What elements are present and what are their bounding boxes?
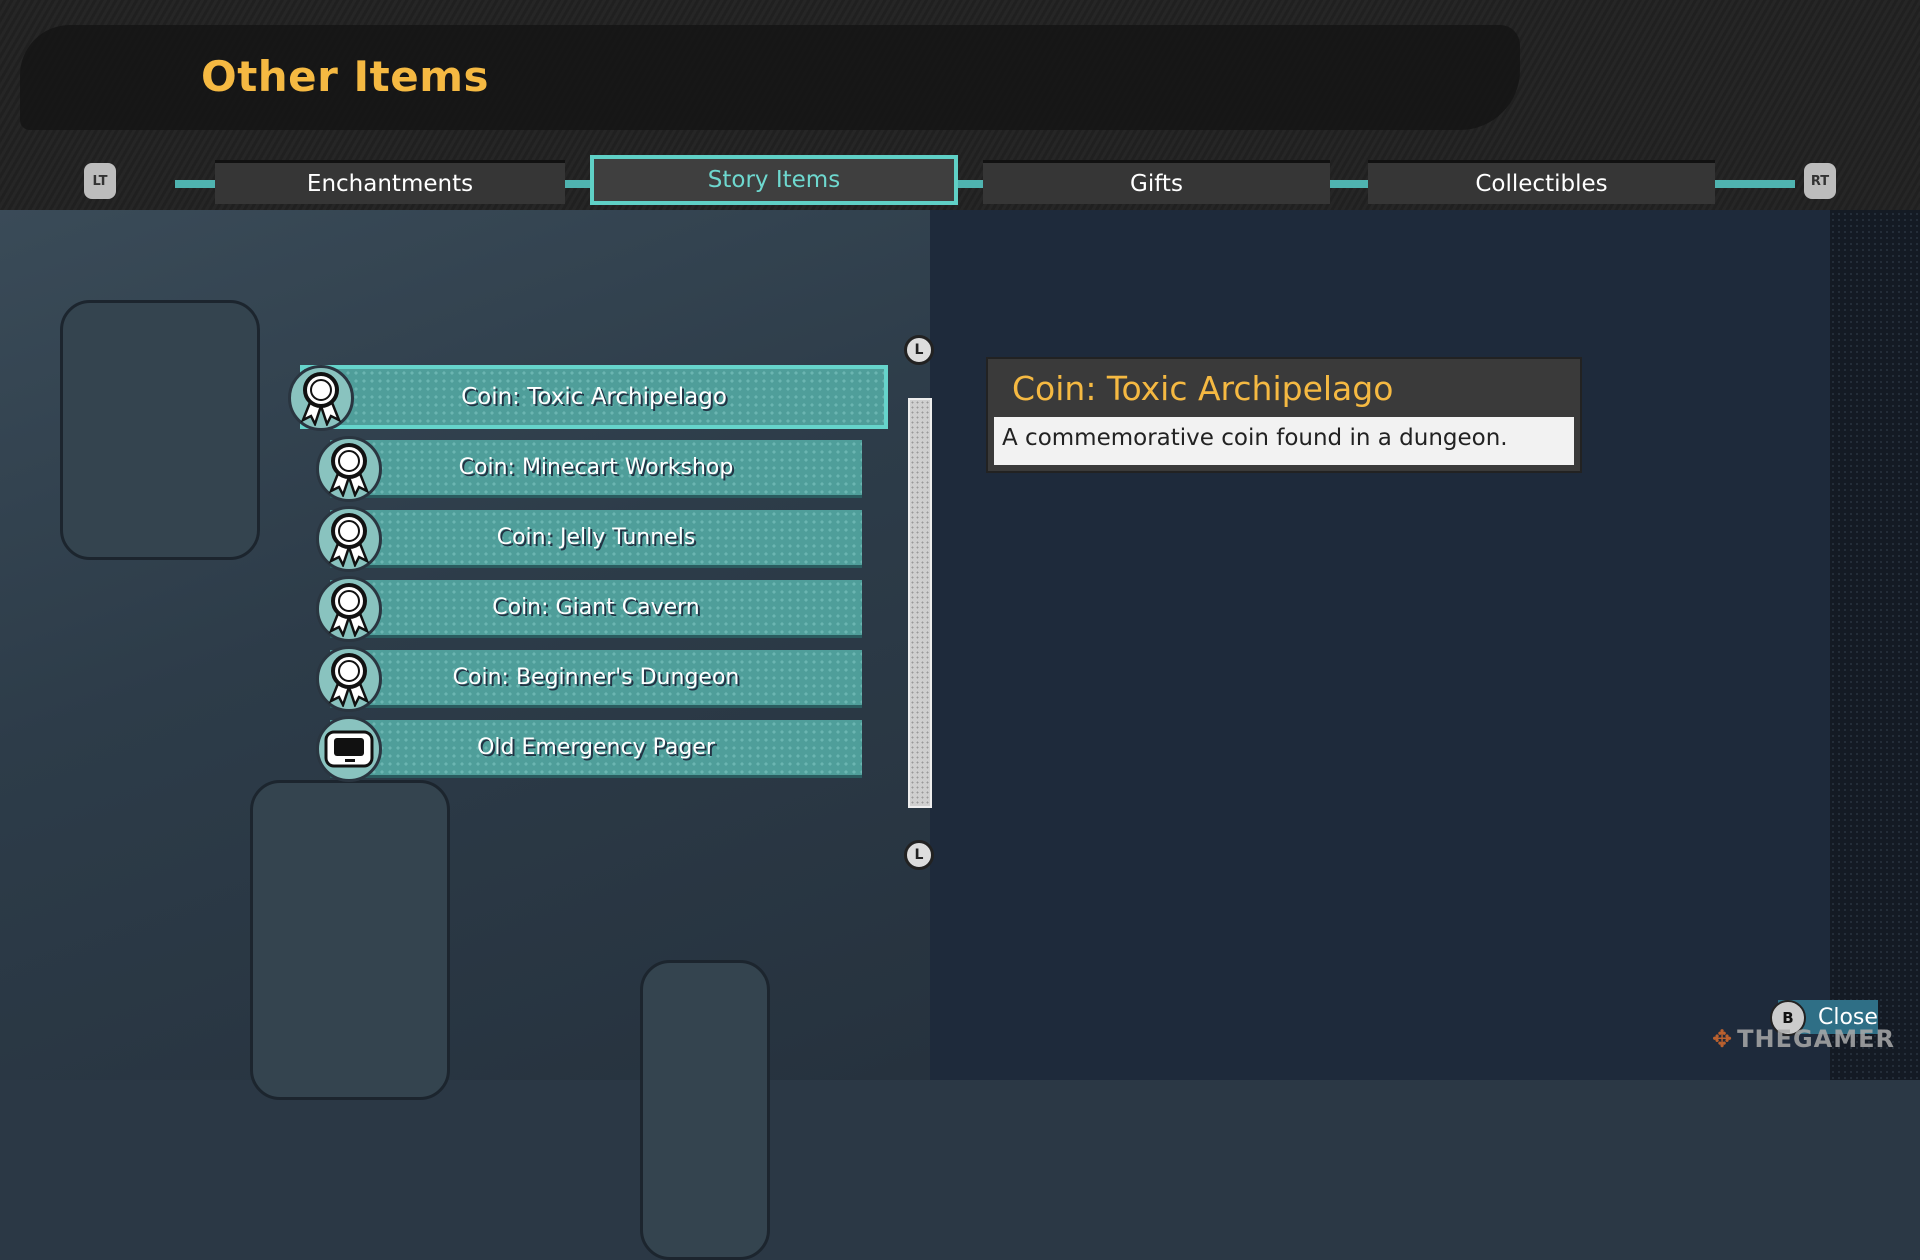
ribbon-medal-icon <box>316 646 382 712</box>
pager-icon <box>316 716 382 782</box>
item-detail-box: Coin: Toxic Archipelago A commemorative … <box>986 357 1582 473</box>
detail-title: Coin: Toxic Archipelago <box>1012 369 1394 408</box>
scroll-up-l-button[interactable]: L <box>904 335 934 365</box>
background-shape <box>250 780 450 1100</box>
watermark-logo-icon: ✥ <box>1712 1025 1734 1053</box>
list-item-label: Coin: Toxic Archipelago <box>461 384 727 410</box>
ribbon-medal-icon <box>288 365 354 431</box>
ribbon-medal-icon <box>316 576 382 642</box>
tab-enchantments[interactable]: Enchantments <box>215 160 565 204</box>
list-item[interactable]: Coin: Beginner's Dungeon <box>330 650 862 708</box>
rt-button[interactable]: RT <box>1804 163 1836 199</box>
list-item[interactable]: Coin: Toxic Archipelago <box>300 365 888 429</box>
list-item[interactable]: Coin: Giant Cavern <box>330 580 862 638</box>
watermark: ✥ THEGAMER <box>1712 1025 1895 1053</box>
lt-button[interactable]: LT <box>84 163 116 199</box>
tab-gifts[interactable]: Gifts <box>983 160 1330 204</box>
tab-story-items[interactable]: Story Items <box>590 155 958 205</box>
ribbon-medal-icon <box>316 506 382 572</box>
detail-panel-background <box>930 205 1830 1080</box>
background-shape <box>60 300 260 560</box>
right-edge <box>1830 205 1920 1080</box>
scrollbar[interactable] <box>908 398 932 808</box>
header: Other Items LT Enchantments Story Items … <box>0 0 1920 210</box>
list-item-label: Coin: Jelly Tunnels <box>496 525 696 550</box>
background-shape <box>640 960 770 1260</box>
page-title: Other Items <box>201 52 489 101</box>
list-item-label: Coin: Minecart Workshop <box>458 455 734 480</box>
list-item[interactable]: Coin: Jelly Tunnels <box>330 510 862 568</box>
list-item[interactable]: Old Emergency Pager <box>330 720 862 778</box>
detail-description: A commemorative coin found in a dungeon. <box>994 417 1574 465</box>
scroll-down-l-button[interactable]: L <box>904 840 934 870</box>
ribbon-medal-icon <box>316 436 382 502</box>
tab-collectibles[interactable]: Collectibles <box>1368 160 1715 204</box>
list-item-label: Coin: Beginner's Dungeon <box>452 665 740 690</box>
list-item-label: Old Emergency Pager <box>477 735 715 760</box>
list-item-label: Coin: Giant Cavern <box>492 595 700 620</box>
background-illustration <box>0 200 940 1260</box>
list-item[interactable]: Coin: Minecart Workshop <box>330 440 862 498</box>
